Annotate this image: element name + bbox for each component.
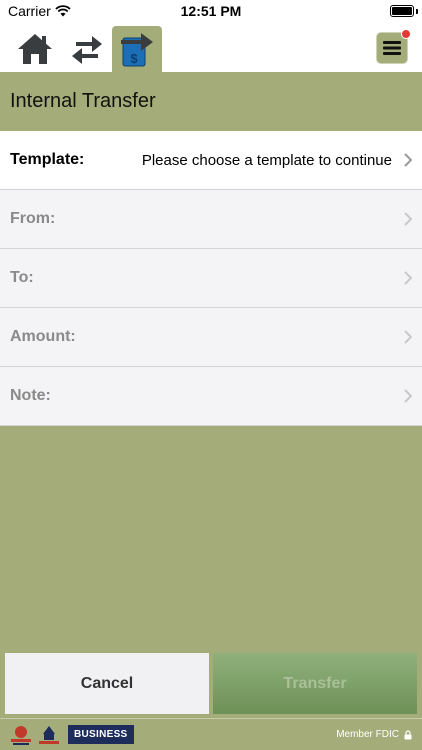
bank-logo-icon (11, 725, 31, 745)
business-badge: BUSINESS (68, 725, 134, 744)
top-nav: $ (0, 22, 422, 72)
notification-dot (401, 29, 411, 39)
bank-seal-icon (39, 725, 59, 744)
nav-tab-transfers[interactable] (62, 26, 112, 72)
template-row[interactable]: Template: Please choose a template to co… (0, 131, 422, 190)
template-label: Template: (10, 151, 85, 168)
internal-transfer-icon: $ (121, 33, 153, 67)
home-icon (18, 34, 52, 64)
carrier-info: Carrier (8, 3, 71, 19)
amount-label: Amount: (10, 328, 76, 345)
from-label: From: (10, 210, 56, 227)
hamburger-menu-icon (383, 41, 401, 55)
wifi-icon (55, 5, 71, 17)
battery-icon (390, 5, 414, 17)
note-row[interactable]: Note: (0, 367, 422, 426)
chevron-right-icon (404, 330, 412, 344)
template-value: Please choose a template to continue (141, 151, 392, 169)
to-row[interactable]: To: (0, 249, 422, 308)
lock-icon (404, 729, 412, 739)
footer: BUSINESS Member FDIC (0, 718, 422, 750)
chevron-right-icon (404, 153, 412, 167)
svg-text:$: $ (130, 51, 138, 66)
battery-fill (392, 7, 412, 15)
fdic-notice: Member FDIC (336, 729, 412, 740)
nav-tab-home[interactable] (10, 26, 60, 72)
from-row[interactable]: From: (0, 190, 422, 249)
action-bar: Cancel Transfer (0, 650, 422, 718)
fdic-text: Member FDIC (336, 729, 399, 740)
carrier-name: Carrier (8, 3, 51, 19)
battery-tip (416, 9, 418, 14)
amount-row[interactable]: Amount: (0, 308, 422, 367)
to-label: To: (10, 269, 34, 286)
menu-button[interactable] (376, 29, 411, 64)
chevron-right-icon (404, 389, 412, 403)
chevron-right-icon (404, 271, 412, 285)
nav-tab-internal-transfer[interactable]: $ (112, 26, 162, 72)
transfer-arrows-icon (72, 36, 102, 64)
chevron-right-icon (404, 212, 412, 226)
note-label: Note: (10, 387, 51, 404)
transfer-form: Template: Please choose a template to co… (0, 131, 422, 426)
page-header: Internal Transfer (0, 72, 422, 131)
status-bar: Carrier 12:51 PM (0, 0, 422, 22)
page-title: Internal Transfer (10, 90, 156, 112)
cancel-button[interactable]: Cancel (5, 653, 209, 714)
transfer-button[interactable]: Transfer (213, 653, 417, 714)
